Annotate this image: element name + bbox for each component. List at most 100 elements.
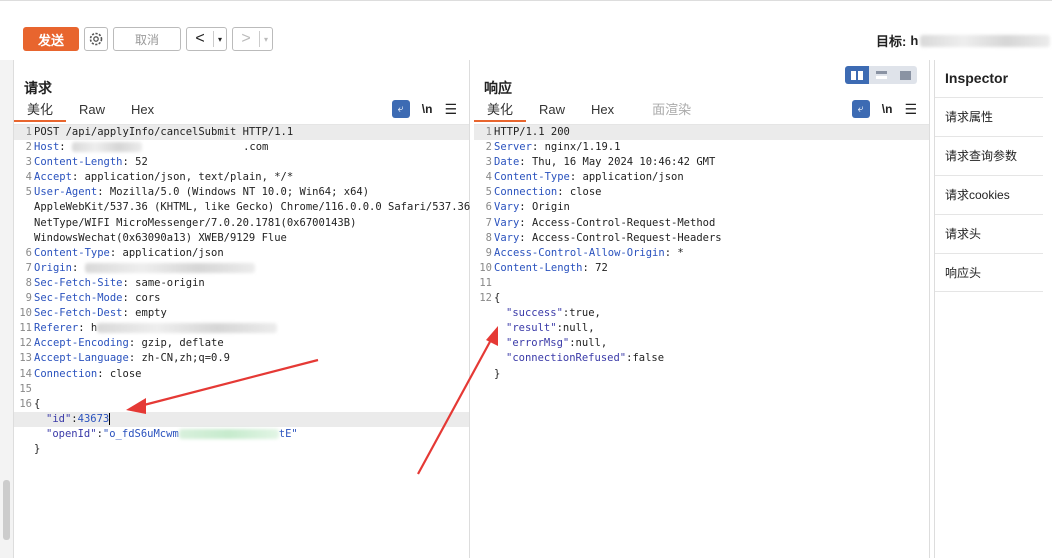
json-key: "success" xyxy=(506,307,563,320)
left-scroll-gutter xyxy=(0,60,14,558)
line-number: 11 xyxy=(479,276,492,289)
inspector-item-response-headers[interactable]: 响应头 xyxy=(935,253,1043,292)
response-panel: 响应 美化 Raw Hex 面渲染 ⤶ \n ☰ 1 HTTP/1.1 200 2 S… xyxy=(474,60,930,558)
target-host-start: h xyxy=(910,33,919,48)
header-name: Date xyxy=(494,156,520,169)
header-name: Sec-Fetch-Dest xyxy=(34,307,123,320)
settings-button[interactable] xyxy=(84,27,108,51)
response-editor[interactable]: 1 HTTP/1.1 200 2 Server: nginx/1.19.1 3 Date:… xyxy=(474,124,929,558)
code-line: "connectionRefused":false xyxy=(474,351,929,366)
header-separator: : xyxy=(519,231,532,244)
line-content: Connection: close xyxy=(494,185,601,200)
request-panel: 请求 美化 Raw Hex ⤶ \n ☰ 1 POST /api/applyInf… xyxy=(14,60,470,558)
inspector-item-query-params[interactable]: 请求查询参数 xyxy=(935,136,1043,175)
wrap-lines-icon[interactable]: ⤶ xyxy=(851,100,870,118)
inspector-title: Inspector xyxy=(945,70,1009,86)
code-line: 9 Sec-Fetch-Mode: cors xyxy=(14,291,469,306)
inspector-panel: Inspector 请求属性 请求查询参数 请求cookies 请求头 响应头 xyxy=(934,60,1043,558)
header-name: Content-Length xyxy=(494,261,583,274)
line-number: 15 xyxy=(19,382,32,395)
target-label: 目标: xyxy=(876,34,907,49)
line-content: Server: nginx/1.19.1 xyxy=(494,140,620,155)
line-text: WindowsWechat(0x63090a13) XWEB/9129 Flue xyxy=(34,231,287,244)
json-key: "errorMsg" xyxy=(506,337,570,350)
header-value: Origin xyxy=(531,201,570,214)
line-content: Host: .com xyxy=(34,140,268,155)
layout-tabs-icon[interactable] xyxy=(893,66,917,84)
header-value: Access-Control-Request-Method xyxy=(531,216,716,229)
header-name: Content-Type xyxy=(34,246,110,259)
code-line: 14 Connection: close xyxy=(14,367,469,382)
response-tab-render[interactable]: 面渲染 xyxy=(639,100,704,122)
json-string: tE" xyxy=(278,427,298,440)
code-line: "result":null, xyxy=(474,321,929,336)
response-tab-hex[interactable]: Hex xyxy=(578,100,627,122)
request-editor[interactable]: 1 POST /api/applyInfo/cancelSubmit HTTP/1… xyxy=(14,124,470,558)
request-tab-raw[interactable]: Raw xyxy=(66,100,118,122)
menu-icon[interactable]: ☰ xyxy=(444,101,457,118)
json-value: false xyxy=(632,352,665,365)
code-line: 6 Content-Type: application/json xyxy=(14,246,469,261)
line-content: { xyxy=(34,397,40,412)
line-number: 6 xyxy=(25,246,32,259)
code-line: 4 Accept: application/json, text/plain, *… xyxy=(14,170,469,185)
send-button[interactable]: 发送 xyxy=(23,27,79,51)
back-button[interactable]: < xyxy=(187,28,213,50)
layout-stacked-icon[interactable] xyxy=(869,66,893,84)
code-line: 7 Origin: xyxy=(14,261,469,276)
target-host[interactable]: 目标: h xyxy=(876,31,1051,50)
layout-side-by-side-icon[interactable] xyxy=(845,66,869,84)
header-value: nginx/1.19.1 xyxy=(544,141,621,154)
header-name: User-Agent xyxy=(34,186,98,199)
line-number: 7 xyxy=(25,261,32,274)
line-content: Vary: Origin xyxy=(494,200,570,215)
header-value: 52 xyxy=(135,156,148,169)
code-line: "errorMsg":null, xyxy=(474,336,929,351)
inspector-item-request-cookies[interactable]: 请求cookies xyxy=(935,175,1043,214)
forward-history-dropdown[interactable]: ▾ xyxy=(260,35,272,44)
cancel-button[interactable]: 取消 xyxy=(113,27,181,51)
header-name: Accept-Language xyxy=(34,352,129,365)
code-line: "openId":"o_fdS6uMcwm tE" xyxy=(14,427,469,442)
back-history-dropdown[interactable]: ▾ xyxy=(214,35,226,44)
header-value: close xyxy=(109,367,142,380)
newline-toggle[interactable]: \n xyxy=(882,102,893,116)
header-separator: : xyxy=(122,307,136,320)
json-string: "o_fdS6uMcwm xyxy=(102,427,179,440)
line-content: "openId":"o_fdS6uMcwm tE" xyxy=(46,427,298,442)
header-value: Access-Control-Request-Headers xyxy=(531,231,722,244)
scrollbar-thumb[interactable] xyxy=(3,480,10,540)
line-content: { xyxy=(494,291,500,306)
header-separator: : xyxy=(122,156,136,169)
wrap-lines-icon[interactable]: ⤶ xyxy=(391,100,410,118)
newline-toggle[interactable]: \n xyxy=(422,102,433,116)
code-line: 7 Vary: Access-Control-Request-Method xyxy=(474,216,929,231)
response-tab-raw[interactable]: Raw xyxy=(526,100,578,122)
header-separator: : xyxy=(664,246,678,259)
inspector-item-request-attributes[interactable]: 请求属性 xyxy=(935,97,1043,136)
header-separator: : xyxy=(109,246,123,259)
line-content: "errorMsg":null, xyxy=(506,336,607,351)
line-content: Vary: Access-Control-Request-Headers xyxy=(494,231,722,246)
header-separator: : xyxy=(519,216,532,229)
header-value: cors xyxy=(135,292,161,305)
code-line: "id":43673 xyxy=(14,411,469,427)
forward-button[interactable]: > xyxy=(233,28,259,50)
header-name: Accept-Encoding xyxy=(34,337,129,350)
request-tab-pretty[interactable]: 美化 xyxy=(14,100,67,122)
inspector-item-request-headers[interactable]: 请求头 xyxy=(935,214,1043,253)
response-tab-pretty[interactable]: 美化 xyxy=(474,100,527,122)
header-separator: : xyxy=(97,186,110,199)
json-key: "id" xyxy=(46,412,72,425)
header-value: * xyxy=(677,246,684,259)
menu-icon[interactable]: ☰ xyxy=(904,101,917,118)
header-name: Referer xyxy=(34,322,79,335)
line-text: HTTP/1.1 200 xyxy=(494,126,570,138)
request-tab-hex[interactable]: Hex xyxy=(118,100,167,122)
header-separator: : xyxy=(128,352,142,365)
line-content: Accept-Language: zh-CN,zh;q=0.9 xyxy=(34,351,230,366)
line-number: 9 xyxy=(25,292,32,305)
header-value: zh-CN,zh;q=0.9 xyxy=(141,352,230,365)
line-number: 7 xyxy=(485,216,492,229)
line-content: Content-Type: application/json xyxy=(34,246,224,261)
